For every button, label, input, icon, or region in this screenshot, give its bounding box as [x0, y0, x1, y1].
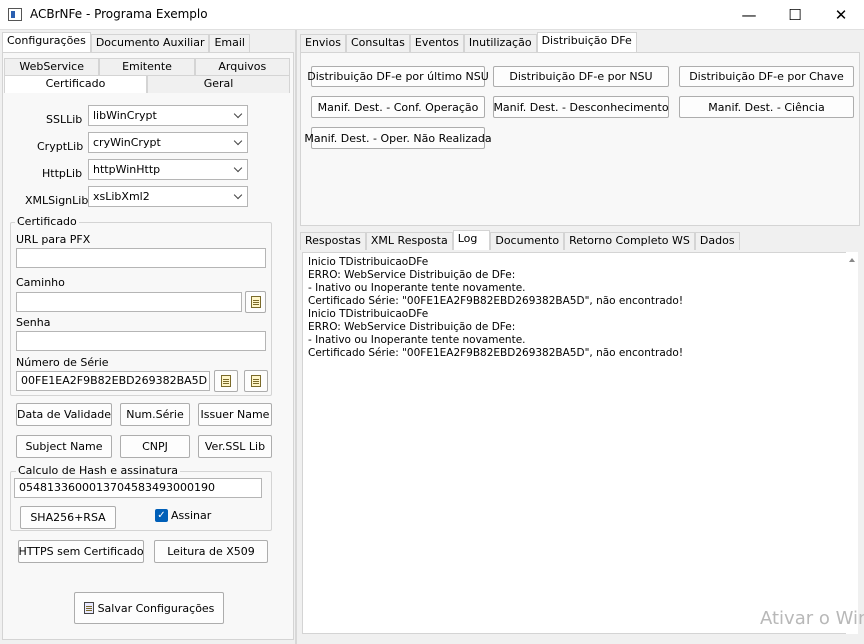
httplib-select[interactable]: httpWinHttp [88, 159, 248, 180]
right-tabstrip: Envios Consultas Eventos Inutilização Di… [300, 32, 637, 52]
url-pfx-label: URL para PFX [16, 233, 91, 246]
manif-conf-operacao-button[interactable]: Manif. Dest. - Conf. Operação [311, 96, 485, 118]
chevron-down-icon [233, 190, 243, 200]
splitter[interactable] [295, 30, 297, 644]
ver-ssl-lib-button[interactable]: Ver.SSL Lib [198, 435, 272, 458]
manif-ciencia-button[interactable]: Manif. Dest. - Ciência [679, 96, 854, 118]
chevron-down-icon [233, 109, 243, 119]
tab-distribuicao-dfe[interactable]: Distribuição DFe [536, 32, 637, 52]
dfe-por-nsu-button[interactable]: Distribuição DF-e por NSU [493, 66, 669, 87]
hash-group-title: Calculo de Hash e assinatura [16, 464, 181, 477]
tab-emitente[interactable]: Emitente [99, 58, 195, 76]
certificado-group-title: Certificado [15, 215, 79, 228]
assinar-label: Assinar [171, 509, 212, 522]
manif-desconhecimento-button[interactable]: Manif. Dest. - Desconhecimento [493, 96, 669, 118]
tab-documento[interactable]: Documento [490, 232, 565, 250]
chevron-down-icon [233, 136, 243, 146]
assinar-checkbox[interactable]: ✓ [155, 509, 168, 522]
bottom-tabstrip: Respostas XML Resposta Log Documento Ret… [300, 230, 740, 250]
num-serie-button[interactable]: Num.Série [120, 403, 190, 426]
hash-input[interactable]: 05481336000137045834930001​90 [14, 478, 262, 498]
cryptlib-label: CryptLib [37, 140, 84, 153]
select-certificate-file-button[interactable] [244, 370, 268, 392]
app-icon [8, 8, 22, 21]
tab-log[interactable]: Log [452, 230, 491, 250]
tab-webservice[interactable]: WebService [4, 58, 100, 76]
tab-respostas[interactable]: Respostas [300, 232, 366, 250]
leitura-x509-button[interactable]: Leitura de X509 [154, 540, 268, 563]
data-validade-button[interactable]: Data de Validade [16, 403, 112, 426]
ssllib-label: SSLLib [46, 113, 83, 126]
tab-xml-resposta[interactable]: XML Resposta [365, 232, 453, 250]
senha-label: Senha [16, 316, 51, 329]
tab-arquivos[interactable]: Arquivos [194, 58, 290, 76]
cryptlib-select[interactable]: cryWinCrypt [88, 132, 248, 153]
select-certificate-button[interactable] [214, 370, 238, 392]
minimize-button[interactable]: — [726, 0, 772, 30]
tab-dados[interactable]: Dados [694, 232, 740, 250]
numero-serie-field[interactable]: 00FE1EA2F9B82EBD269382BA5D [16, 371, 210, 391]
maximize-button[interactable]: ☐ [772, 0, 818, 30]
scroll-up-arrow-icon[interactable] [849, 258, 855, 262]
tab-configuracoes[interactable]: Configurações [2, 32, 91, 52]
httplib-label: HttpLib [42, 167, 83, 180]
https-sem-certificado-button[interactable]: HTTPS sem Certificado [18, 540, 144, 563]
document-icon [250, 296, 261, 308]
tab-geral[interactable]: Geral [147, 75, 290, 93]
tab-inutilizacao[interactable]: Inutilização [463, 34, 537, 52]
caminho-field[interactable] [16, 292, 242, 312]
manif-oper-nao-realizada-button[interactable]: Manif. Dest. - Oper. Não Realizada [304, 127, 492, 149]
log-scrollbar[interactable] [846, 252, 858, 634]
tab-documento-auxiliar[interactable]: Documento Auxiliar [90, 34, 210, 52]
xmlsignlib-select[interactable]: xsLibXml2 [88, 186, 248, 207]
numero-serie-label: Número de Série [16, 356, 109, 369]
cryptlib-value: cryWinCrypt [93, 136, 161, 149]
tab-certificado[interactable]: Certificado [4, 75, 147, 93]
salvar-configuracoes-label: Salvar Configurações [97, 601, 215, 615]
tab-email[interactable]: Email [209, 34, 250, 52]
xmlsignlib-label: XMLSignLib [25, 194, 89, 207]
close-button[interactable]: ✕ [818, 0, 864, 30]
tab-retorno-completo-ws[interactable]: Retorno Completo WS [564, 232, 695, 250]
sha256-rsa-button[interactable]: SHA256+RSA [20, 506, 116, 529]
salvar-configuracoes-button[interactable]: Salvar Configurações [74, 592, 224, 624]
ssllib-select[interactable]: libWinCrypt [88, 105, 248, 126]
tab-envios[interactable]: Envios [300, 34, 346, 52]
chevron-down-icon [233, 163, 243, 173]
save-icon [83, 602, 94, 614]
config-tabs-row1: WebService Emitente Arquivos [4, 58, 290, 76]
ssllib-value: libWinCrypt [93, 109, 157, 122]
activate-windows-watermark: Ativar o Win [760, 608, 864, 629]
httplib-value: httpWinHttp [93, 163, 161, 176]
config-tabs-row2: Certificado Geral [4, 75, 290, 93]
browse-caminho-button[interactable] [245, 291, 266, 313]
xmlsignlib-value: xsLibXml2 [93, 190, 150, 203]
title-bar: ACBrNFe - Programa Exemplo — ☐ ✕ [0, 0, 864, 30]
cnpj-button[interactable]: CNPJ [120, 435, 190, 458]
log-textarea[interactable]: Inicio TDistribuicaoDFe ERRO: WebService… [302, 252, 858, 634]
document-icon [251, 375, 261, 387]
document-icon [221, 375, 231, 387]
dfe-por-chave-button[interactable]: Distribuição DF-e por Chave [679, 66, 854, 87]
url-pfx-field[interactable] [16, 248, 266, 268]
window-title: ACBrNFe - Programa Exemplo [30, 7, 208, 21]
senha-field[interactable] [16, 331, 266, 351]
left-tabstrip: Configurações Documento Auxiliar Email [2, 32, 250, 52]
tab-consultas[interactable]: Consultas [345, 34, 410, 52]
issuer-name-button[interactable]: Issuer Name [198, 403, 272, 426]
subject-name-button[interactable]: Subject Name [16, 435, 112, 458]
dfe-ultimo-nsu-button[interactable]: Distribuição DF-e por último NSU [307, 66, 489, 87]
tab-eventos[interactable]: Eventos [409, 34, 464, 52]
caminho-label: Caminho [16, 276, 65, 289]
